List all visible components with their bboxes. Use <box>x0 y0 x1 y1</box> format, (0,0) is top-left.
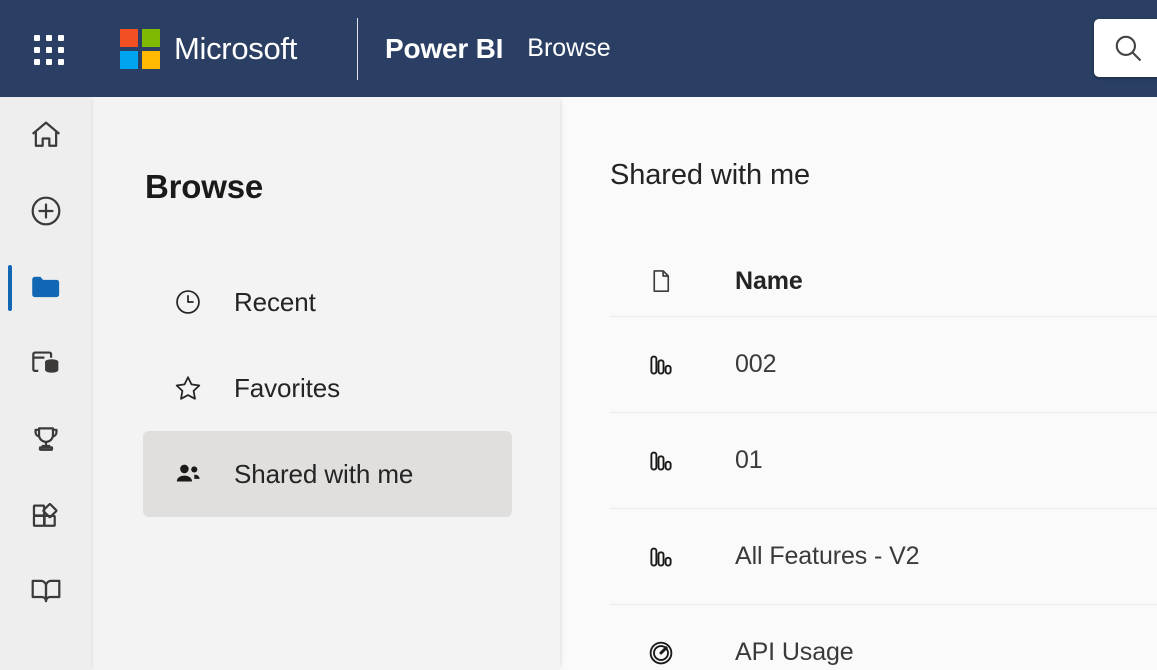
waffle-dot <box>58 47 64 53</box>
row-name: 002 <box>735 350 776 379</box>
microsoft-wordmark: Microsoft <box>174 31 297 67</box>
browse-nav-item-shared-with-me[interactable]: Shared with me <box>143 431 512 517</box>
home-icon <box>27 116 65 154</box>
column-header-type-icon[interactable] <box>610 266 735 296</box>
power-bi-brand-title[interactable]: Power BI <box>385 33 503 65</box>
book-icon <box>27 572 65 610</box>
report-bars-icon <box>646 446 676 476</box>
row-type-icon-cell <box>610 350 735 380</box>
plus-circle-icon <box>27 192 65 230</box>
people-icon <box>171 457 205 491</box>
report-bars-icon <box>646 542 676 572</box>
table-row[interactable]: API Usage <box>610 605 1157 670</box>
waffle-dot <box>46 35 52 41</box>
column-header-name[interactable]: Name <box>735 267 803 296</box>
trophy-icon <box>27 420 65 458</box>
row-name: API Usage <box>735 638 854 667</box>
logo-square-yellow <box>142 51 160 69</box>
waffle-dot <box>34 59 40 65</box>
waffle-dot <box>34 35 40 41</box>
power-bi-app: Microsoft Power BI Browse <box>0 0 1157 670</box>
folder-icon <box>27 268 65 306</box>
rail-item-home[interactable] <box>0 97 91 173</box>
rail-item-goals[interactable] <box>0 401 91 477</box>
browse-panel: Browse Recent Favorites <box>91 97 560 670</box>
page-title: Shared with me <box>610 159 1157 192</box>
table-row[interactable]: 01 <box>610 413 1157 509</box>
rail-item-onelake-data-hub[interactable] <box>0 325 91 401</box>
row-name: 01 <box>735 446 763 475</box>
dashboard-gauge-icon <box>646 638 676 668</box>
table-row[interactable]: All Features - V2 <box>610 509 1157 605</box>
waffle-dot <box>46 59 52 65</box>
content-area: Shared with me Name <box>560 97 1157 670</box>
rail-selection-indicator <box>8 265 12 311</box>
top-header-bar: Microsoft Power BI Browse <box>0 0 1157 97</box>
items-table: Name 002 <box>560 246 1157 670</box>
row-type-icon-cell <box>610 638 735 668</box>
waffle-dot <box>58 59 64 65</box>
waffle-dot <box>34 47 40 53</box>
data-hub-icon <box>27 344 65 382</box>
microsoft-logo-icon <box>120 29 160 69</box>
browse-panel-title: Browse <box>145 168 560 206</box>
row-name: All Features - V2 <box>735 542 919 571</box>
left-nav-rail <box>0 97 91 670</box>
browse-nav-item-label: Recent <box>234 287 316 318</box>
search-input[interactable] <box>1094 19 1157 77</box>
logo-square-blue <box>120 51 138 69</box>
report-bars-icon <box>646 350 676 380</box>
rail-item-create[interactable] <box>0 173 91 249</box>
browse-nav-item-label: Shared with me <box>234 459 413 490</box>
document-icon <box>646 266 676 296</box>
microsoft-logo-link[interactable]: Microsoft <box>120 29 297 69</box>
logo-square-red <box>120 29 138 47</box>
table-header-row: Name <box>610 246 1157 317</box>
browse-nav-item-recent[interactable]: Recent <box>143 259 512 345</box>
rail-item-browse[interactable] <box>0 249 91 325</box>
rail-item-apps[interactable] <box>0 477 91 553</box>
browse-nav-list: Recent Favorites <box>91 259 560 517</box>
browse-nav-item-favorites[interactable]: Favorites <box>143 345 512 431</box>
rail-item-learn[interactable] <box>0 553 91 629</box>
app-launcher-waffle-icon[interactable] <box>26 27 70 71</box>
logo-square-green <box>142 29 160 47</box>
waffle-dot <box>58 35 64 41</box>
browse-nav-item-label: Favorites <box>234 373 340 404</box>
star-icon <box>171 371 205 405</box>
waffle-dot <box>46 47 52 53</box>
breadcrumb[interactable]: Browse <box>527 34 610 63</box>
row-type-icon-cell <box>610 446 735 476</box>
row-type-icon-cell <box>610 542 735 572</box>
header-divider <box>357 18 358 80</box>
clock-icon <box>171 285 205 319</box>
search-icon <box>1111 31 1145 65</box>
apps-grid-icon <box>27 496 65 534</box>
table-row[interactable]: 002 <box>610 317 1157 413</box>
